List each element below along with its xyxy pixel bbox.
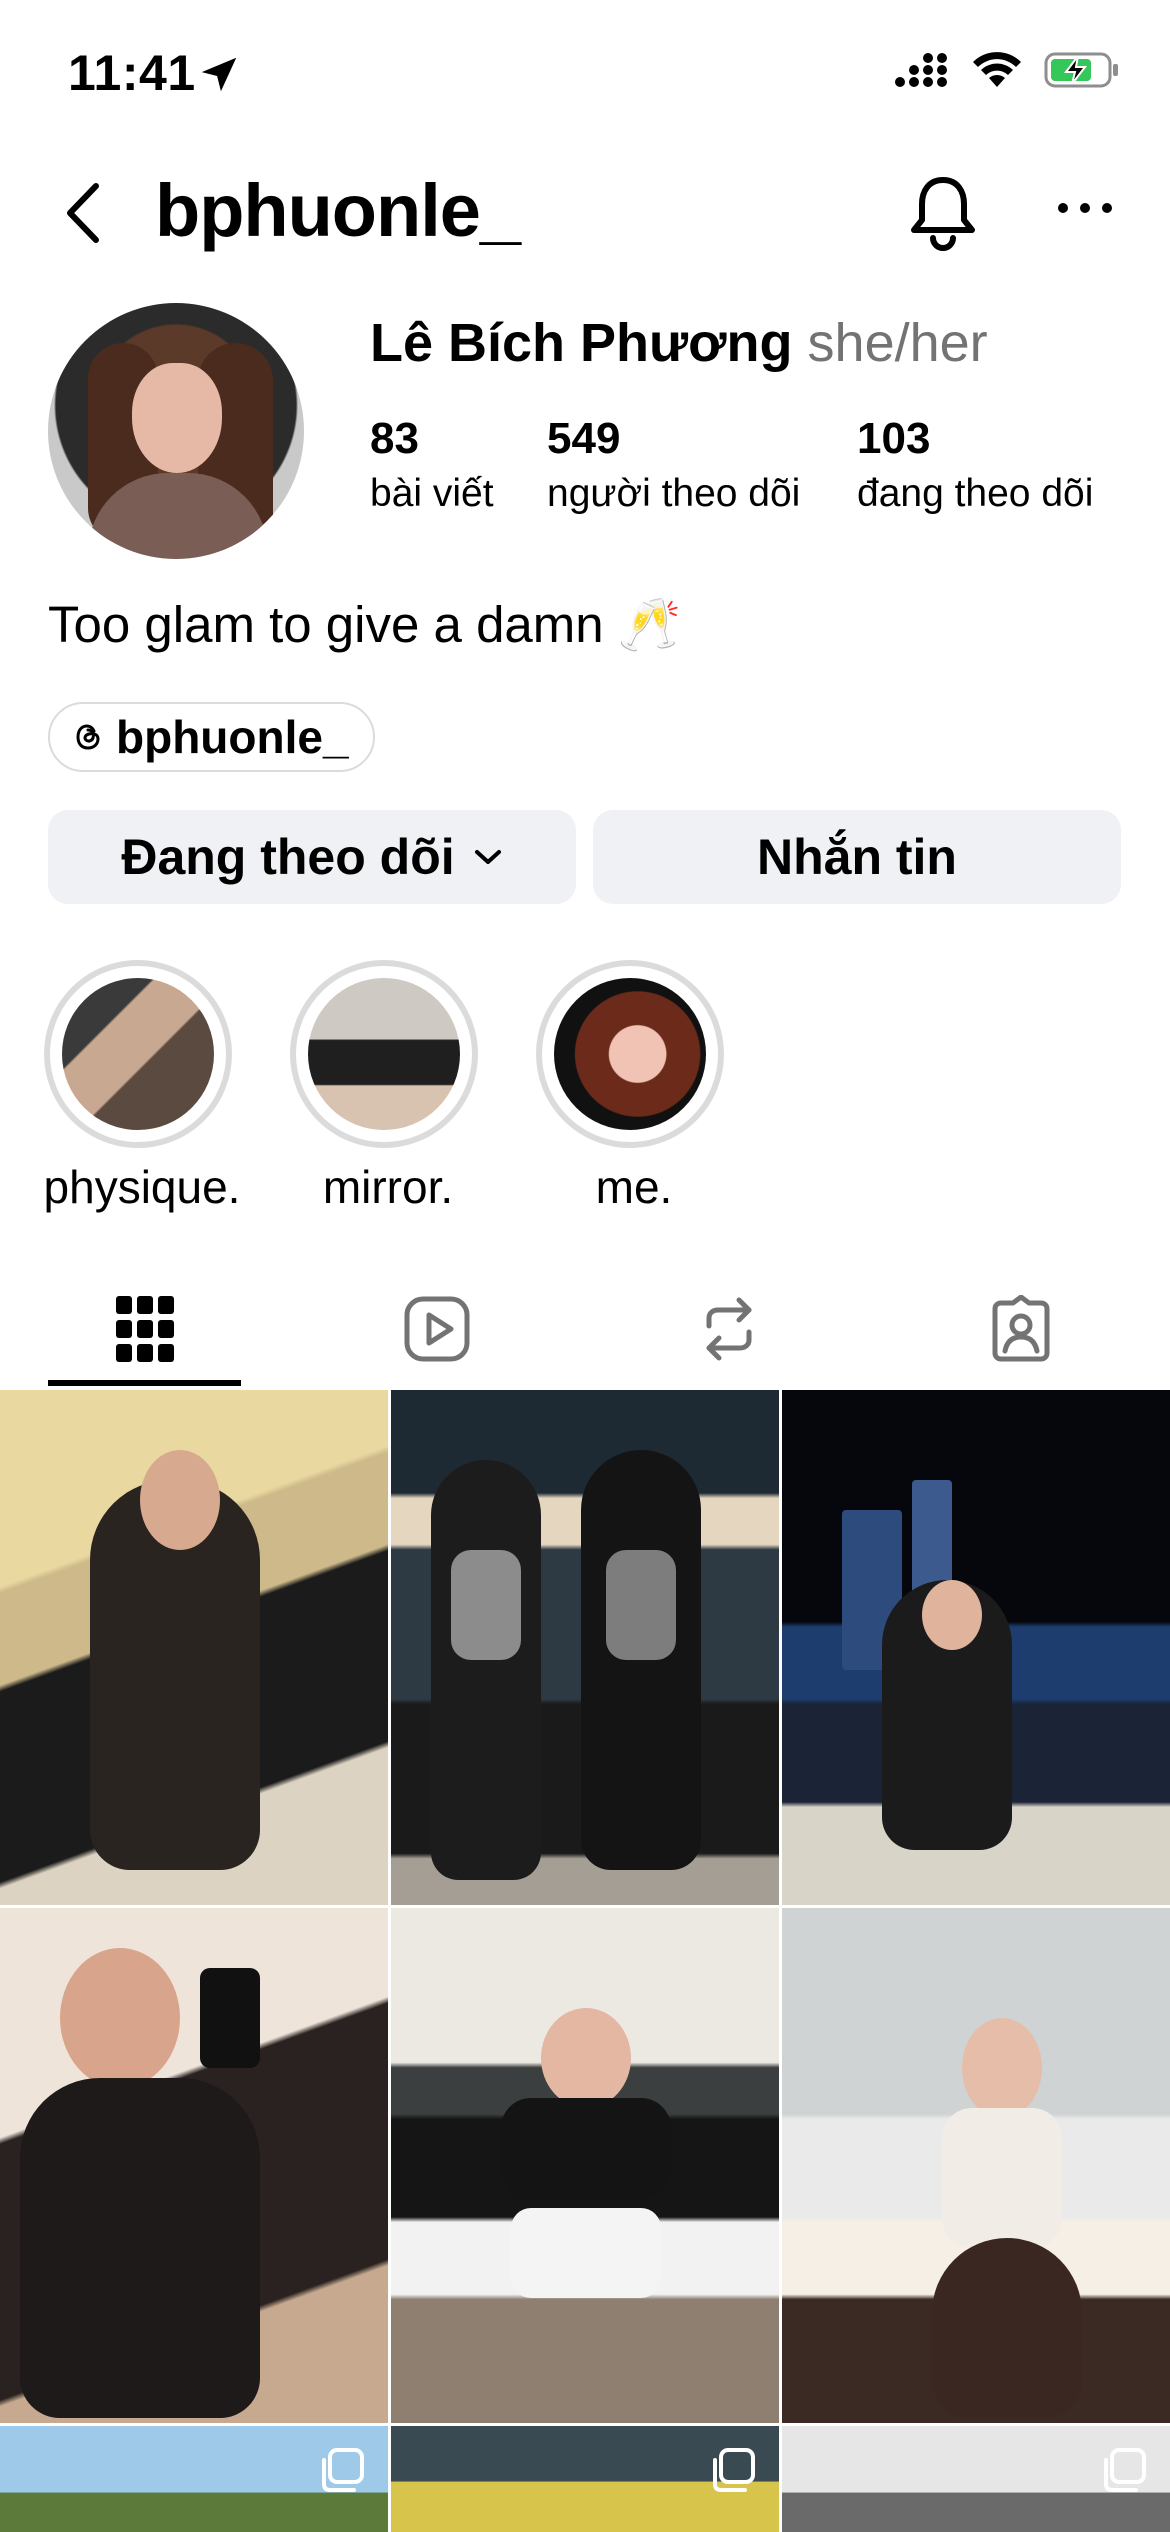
stat-followers-label: người theo dõi bbox=[547, 472, 801, 515]
message-button-label: Nhắn tin bbox=[757, 829, 957, 885]
location-arrow-icon bbox=[201, 57, 237, 92]
status-time: 11:41 bbox=[68, 45, 196, 101]
message-button[interactable]: Nhắn tin bbox=[593, 810, 1121, 904]
highlight-cover bbox=[554, 978, 706, 1130]
stat-following-value: 103 bbox=[857, 414, 931, 463]
highlight-label: mirror. bbox=[322, 1161, 454, 1213]
stat-posts[interactable]: 83 bài viết bbox=[370, 413, 547, 523]
status-bar: 11:41 bbox=[0, 0, 1170, 150]
highlight-cover bbox=[308, 978, 460, 1130]
tab-reposts[interactable] bbox=[584, 1270, 874, 1388]
post-thumbnail[interactable] bbox=[782, 1390, 1170, 1905]
post-thumbnail[interactable] bbox=[391, 2426, 779, 2532]
post-thumbnail[interactable] bbox=[0, 1390, 388, 1905]
following-button[interactable]: Đang theo dõi bbox=[48, 810, 576, 904]
username: bphuonle_ bbox=[155, 169, 521, 252]
full-name-text: Lê Bích Phương bbox=[370, 313, 793, 373]
tab-reels[interactable] bbox=[292, 1270, 582, 1388]
highlight-label: me. bbox=[595, 1161, 673, 1213]
stat-following-label: đang theo dõi bbox=[857, 472, 1094, 515]
reposts-icon bbox=[706, 1297, 752, 1361]
post-thumbnail[interactable] bbox=[0, 1908, 388, 2423]
profile-tabs bbox=[0, 1270, 1170, 1388]
post-thumbnail[interactable] bbox=[782, 1908, 1170, 2423]
following-button-label: Đang theo dõi bbox=[121, 829, 455, 885]
tagged-icon bbox=[992, 1295, 1050, 1362]
reels-icon bbox=[404, 1296, 470, 1362]
profile-full-name: Lê Bích Phương she/her bbox=[370, 312, 988, 374]
profile-header: bphuonle_ bbox=[0, 150, 1170, 270]
post-thumbnail[interactable] bbox=[391, 1908, 779, 2423]
post-thumbnail[interactable] bbox=[391, 1390, 779, 1905]
carousel-icon bbox=[1104, 2448, 1146, 2492]
carousel-icon bbox=[322, 2448, 364, 2492]
profile-stats: 83 bài viết 549 người theo dõi 103 đang … bbox=[370, 413, 1093, 523]
grid-icon bbox=[116, 1296, 174, 1362]
highlight-cover bbox=[62, 978, 214, 1130]
tab-tagged[interactable] bbox=[876, 1270, 1166, 1388]
stat-followers[interactable]: 549 người theo dõi bbox=[547, 413, 857, 523]
chevron-down-icon bbox=[474, 850, 501, 864]
threads-handle: bphuonle_ bbox=[116, 711, 349, 763]
threads-icon bbox=[76, 724, 100, 750]
pronouns: she/her bbox=[807, 313, 988, 373]
more-icon[interactable] bbox=[1055, 188, 1115, 228]
back-icon[interactable] bbox=[56, 178, 116, 248]
profile-bio: Too glam to give a damn 🥂 bbox=[48, 596, 682, 653]
stat-following[interactable]: 103 đang theo dõi bbox=[857, 413, 1093, 523]
highlight-label: physique. bbox=[43, 1161, 241, 1213]
stat-posts-value: 83 bbox=[370, 414, 419, 463]
stat-posts-label: bài viết bbox=[370, 472, 494, 515]
stat-followers-value: 549 bbox=[547, 414, 621, 463]
wifi-icon bbox=[973, 52, 1021, 87]
battery-charging-icon bbox=[1044, 52, 1118, 88]
selected-tab-indicator bbox=[48, 1380, 241, 1386]
cellular-signal-icon bbox=[895, 53, 947, 87]
post-thumbnail[interactable] bbox=[782, 2426, 1170, 2532]
post-thumbnail[interactable] bbox=[0, 2426, 388, 2532]
carousel-icon bbox=[713, 2448, 755, 2492]
bell-icon[interactable] bbox=[908, 172, 978, 252]
profile-avatar[interactable] bbox=[48, 303, 304, 559]
tab-posts-grid[interactable] bbox=[0, 1270, 290, 1388]
threads-link[interactable]: bphuonle_ bbox=[48, 702, 375, 772]
